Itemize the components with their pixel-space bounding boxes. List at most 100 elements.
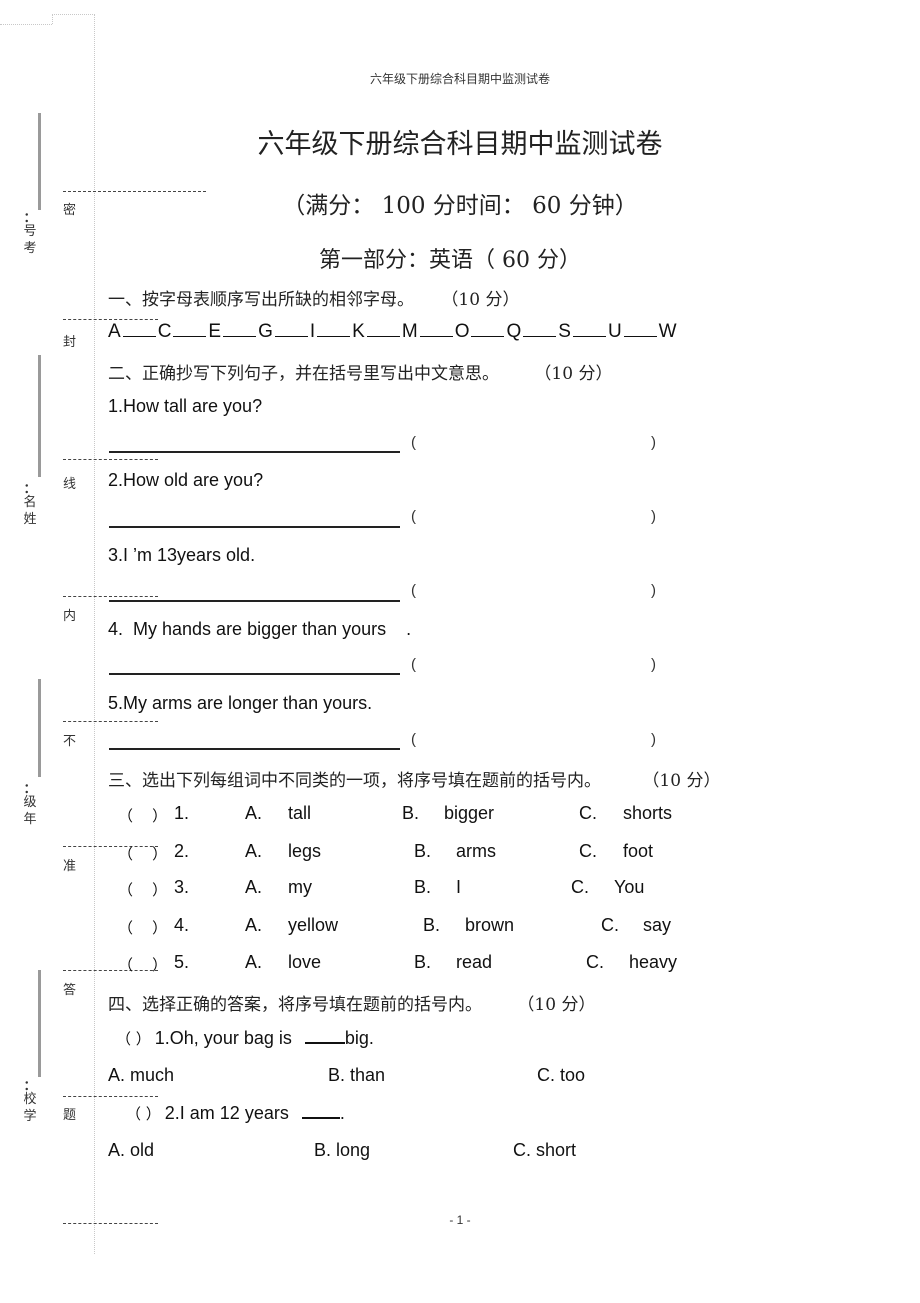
mc-option: C. short — [513, 1140, 577, 1160]
letter-blank[interactable] — [366, 320, 400, 337]
letter-blank[interactable] — [419, 320, 453, 337]
letter-blank[interactable] — [623, 320, 657, 337]
section-heading-text: 二、正确抄写下列句子，并在括号里写出中文意思。 — [108, 364, 499, 384]
alphabet-letter: E — [208, 321, 222, 342]
option-letter: A. — [245, 877, 263, 897]
colon: ： — [23, 481, 37, 496]
seal-word: 内 — [63, 608, 77, 623]
copy-answer-line[interactable] — [109, 451, 400, 453]
alphabet-letter: Q — [506, 321, 522, 342]
option-word: say — [643, 915, 672, 935]
paren-open: ( — [411, 656, 416, 673]
section-score: （10 分） — [441, 290, 520, 310]
running-header: 六年级下册综合科目期中监测试卷 — [369, 72, 550, 86]
section-score: （10 分） — [534, 364, 613, 384]
letter-blank[interactable] — [523, 320, 557, 337]
letter-blank[interactable] — [317, 320, 351, 337]
question-number: 5. — [174, 952, 190, 972]
letter-blank[interactable] — [223, 320, 257, 337]
paren-close: ) — [651, 656, 656, 673]
copy-answer-line[interactable] — [109, 526, 400, 528]
alphabet-letter: K — [352, 321, 365, 342]
answer-paren[interactable]: （ ） — [118, 879, 167, 900]
letter-blank[interactable] — [122, 320, 156, 337]
section-2-heading: 二、正确抄写下列句子，并在括号里写出中文意思。 （10 分） — [108, 359, 612, 384]
frame-corner-line — [52, 14, 95, 15]
section-3-heading: 三、选出下列每组词中不同类的一项，将序号填在题前的括号内。 （10 分） — [108, 766, 720, 791]
binding-bar — [38, 970, 41, 1077]
mc-option: A. old — [108, 1140, 155, 1160]
option-word: arms — [456, 841, 496, 861]
answer-paren[interactable]: （ ） — [118, 805, 167, 826]
copy-answer-line[interactable] — [109, 673, 400, 675]
section-heading-text: 三、选出下列每组词中不同类的一项，将序号填在题前的括号内。 — [108, 771, 601, 791]
option-word: read — [456, 952, 493, 972]
field-label: 级年 — [23, 794, 37, 826]
answer-paren[interactable]: （ ） — [118, 843, 167, 864]
section-1-heading: 一、按字母表顺序写出所缺的相邻字母。 （10 分） — [108, 285, 519, 310]
letter-blank[interactable] — [274, 320, 308, 337]
option-letter: C. — [586, 952, 604, 972]
alphabet-letter: W — [658, 321, 677, 342]
option-letter: B. — [414, 877, 432, 897]
answer-paren[interactable]: （ ） — [118, 954, 167, 975]
letter-blank[interactable] — [471, 320, 505, 337]
answer-paren[interactable]: （ ） — [118, 917, 167, 938]
seal-dashed-line — [63, 596, 158, 597]
mc-option: C. too — [537, 1065, 586, 1085]
option-word: legs — [288, 841, 322, 861]
fill-blank[interactable] — [301, 1103, 340, 1119]
sentence-3: 3.I ’m 13years old. — [108, 545, 256, 565]
paren-close: ) — [651, 508, 656, 525]
mc-option: B. long — [314, 1140, 371, 1160]
mc-question-2: （ ） 2.I am 12 years . — [126, 1103, 345, 1124]
section-heading-text: 四、选择正确的答案，将序号填在题前的括号内。 — [108, 995, 482, 1015]
copy-answer-line[interactable] — [109, 748, 400, 750]
alphabet-letter: U — [607, 321, 622, 342]
letter-blank[interactable] — [572, 320, 606, 337]
option-letter: B. — [414, 841, 432, 861]
sentence-2: 2.How old are you? — [108, 470, 264, 490]
option-word: brown — [465, 915, 515, 935]
sentence-5: 5.My arms are longer than yours. — [108, 693, 373, 713]
copy-answer-line[interactable] — [109, 600, 400, 602]
option-word: love — [288, 952, 322, 972]
option-letter: A. — [245, 841, 263, 861]
binding-bar — [38, 355, 41, 477]
seal-word: 答 — [63, 982, 77, 997]
seal-dashed-line — [63, 1096, 158, 1097]
option-letter: A. — [245, 803, 263, 823]
school-label: ： 校学 — [22, 1078, 38, 1124]
sentence-4: 4. My hands are bigger than yours . — [108, 619, 412, 639]
seal-dashed-line — [63, 459, 158, 460]
fill-blank[interactable] — [304, 1028, 345, 1044]
section-score: （10 分） — [517, 995, 596, 1015]
section-score: （10 分） — [642, 771, 721, 791]
option-letter: B. — [402, 803, 420, 823]
sentence-1: 1.How tall are you? — [108, 396, 263, 416]
mc-question-1: （ ） 1.Oh, your bag is big. — [116, 1028, 374, 1049]
frame-corner-line — [0, 24, 52, 25]
colon: ： — [23, 1078, 37, 1093]
question-stem-end: . — [339, 1103, 345, 1123]
paren-close: ) — [651, 582, 656, 599]
question-number: 1. — [174, 803, 190, 823]
option-word: foot — [623, 841, 654, 861]
page-title: 六年级下册综合科目期中监测试卷 — [257, 129, 663, 160]
field-label: 名姓 — [23, 494, 37, 526]
alphabet-letter: G — [258, 321, 273, 342]
mc-option: A. much — [108, 1065, 175, 1085]
seal-word: 准 — [63, 858, 77, 873]
option-letter: B. — [414, 952, 432, 972]
option-word: tall — [288, 803, 312, 823]
paren-open: ( — [411, 508, 416, 525]
answer-paren[interactable]: （ ） — [126, 1105, 161, 1123]
paren-close: ) — [651, 434, 656, 451]
alphabet-letter: C — [157, 321, 172, 342]
option-letter: C. — [601, 915, 619, 935]
field-label: 校学 — [23, 1091, 37, 1123]
answer-paren[interactable]: （ ） — [116, 1030, 151, 1048]
student-name-label: ： 名姓 — [22, 481, 38, 527]
letter-blank[interactable] — [173, 320, 207, 337]
colon: ： — [23, 781, 37, 796]
